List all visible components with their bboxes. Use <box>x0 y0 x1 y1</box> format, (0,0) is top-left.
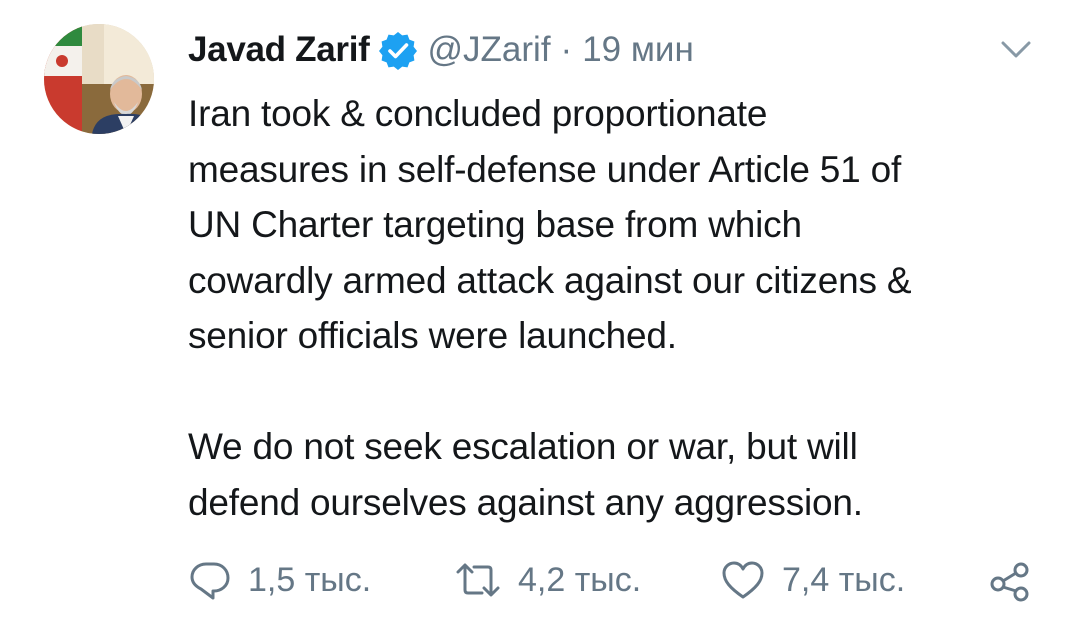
chevron-down-icon <box>1001 41 1031 58</box>
tweet-line: UN Charter targeting base from which <box>188 204 802 245</box>
tweet-paragraph-2: We do not seek escalation or war, but wi… <box>188 419 1048 530</box>
tweet-paragraph-1: Iran took & concluded proportionate meas… <box>188 86 1048 364</box>
retweet-count: 4,2 тыс. <box>518 560 642 599</box>
tweet-line: defend ourselves against any aggression. <box>188 481 863 523</box>
user-handle[interactable]: @JZarif <box>428 30 551 70</box>
share-icon <box>990 562 1029 602</box>
separator-dot: · <box>560 30 573 69</box>
timestamp[interactable]: 19 мин <box>582 30 694 70</box>
tweet-line: senior officials were launched. <box>188 315 677 356</box>
reply-count: 1,5 тыс. <box>248 560 372 599</box>
tweet-line: cowardly armed attack against our citize… <box>188 259 912 301</box>
retweet-button[interactable]: 4,2 тыс. <box>454 552 641 608</box>
tweet-line: measures in self-defense under Article 5… <box>188 148 902 190</box>
retweet-icon <box>456 563 500 597</box>
tweet-line: We do not seek escalation or war, but wi… <box>188 426 858 467</box>
like-button[interactable]: 7,4 тыс. <box>720 552 905 608</box>
tweet-header: Javad Zarif @JZarif · 19 мин <box>188 28 694 72</box>
avatar[interactable] <box>44 24 154 134</box>
tweet-text: Iran took & concluded proportionate meas… <box>188 86 1048 530</box>
share-button[interactable] <box>988 552 1032 608</box>
profile-photo-icon <box>44 24 154 134</box>
tweet-menu-button[interactable] <box>998 38 1034 62</box>
tweet-actions: 1,5 тыс. 4,2 тыс. 7,4 тыс. <box>188 552 1040 608</box>
display-name[interactable]: Javad Zarif <box>188 30 370 70</box>
tweet-card[interactable]: Javad Zarif @JZarif · 19 мин Iran took &… <box>0 0 1080 630</box>
reply-button[interactable]: 1,5 тыс. <box>188 552 371 608</box>
heart-icon <box>722 561 764 599</box>
tweet-line: Iran took & concluded proportionate <box>188 93 768 134</box>
like-count: 7,4 тыс. <box>782 560 906 599</box>
reply-icon <box>190 562 230 600</box>
verified-badge-icon <box>378 30 418 70</box>
